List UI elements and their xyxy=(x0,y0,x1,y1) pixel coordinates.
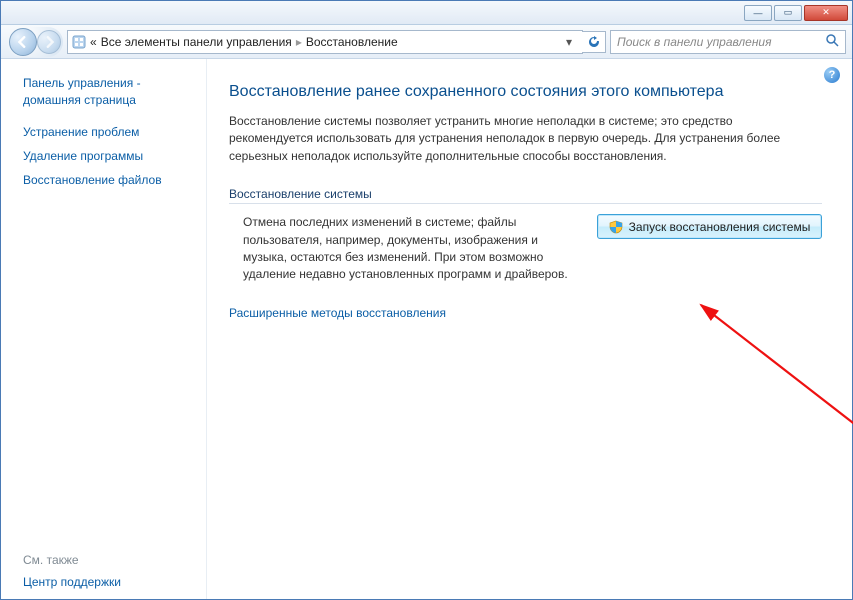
minimize-button[interactable]: — xyxy=(744,5,772,21)
search-input[interactable]: Поиск в панели управления xyxy=(610,30,846,54)
toolbar: « Все элементы панели управления ▸ Восст… xyxy=(1,25,852,59)
breadcrumb-2[interactable]: Восстановление xyxy=(306,35,398,49)
main-panel: ? Восстановление ранее сохраненного сост… xyxy=(207,59,852,599)
breadcrumb-1[interactable]: Все элементы панели управления xyxy=(101,35,292,49)
nav-buttons xyxy=(7,27,63,57)
see-also-action-center[interactable]: Центр поддержки xyxy=(23,575,194,589)
see-also-header: См. также xyxy=(23,553,194,567)
start-system-restore-button[interactable]: Запуск восстановления системы xyxy=(597,214,822,239)
page-description: Восстановление системы позволяет устрани… xyxy=(229,113,789,165)
breadcrumb-sep-icon: ▸ xyxy=(296,35,302,49)
advanced-recovery-link[interactable]: Расширенные методы восстановления xyxy=(229,306,822,320)
button-label: Запуск восстановления системы xyxy=(629,220,811,234)
titlebar: — ▭ ✕ xyxy=(1,1,852,25)
sidebar-item-file-recovery[interactable]: Восстановление файлов xyxy=(23,173,194,187)
group-title: Восстановление системы xyxy=(229,187,822,204)
search-icon xyxy=(825,33,839,50)
sidebar-item-troubleshoot[interactable]: Устранение проблем xyxy=(23,125,194,139)
uac-shield-icon xyxy=(609,220,623,234)
maximize-button[interactable]: ▭ xyxy=(774,5,802,21)
system-restore-group: Восстановление системы Отмена последних … xyxy=(229,187,822,284)
cpl-icon xyxy=(72,35,86,49)
refresh-button[interactable] xyxy=(582,31,606,53)
annotation-arrow xyxy=(667,297,853,467)
page-heading: Восстановление ранее сохраненного состоя… xyxy=(229,83,822,101)
breadcrumb-prefix: « xyxy=(90,35,97,49)
address-bar[interactable]: « Все элементы панели управления ▸ Восст… xyxy=(67,30,583,54)
address-dropdown-icon[interactable]: ▾ xyxy=(560,31,578,53)
group-description: Отмена последних изменений в системе; фа… xyxy=(229,214,577,284)
help-button[interactable]: ? xyxy=(824,67,840,83)
sidebar-item-uninstall[interactable]: Удаление программы xyxy=(23,149,194,163)
search-placeholder: Поиск в панели управления xyxy=(617,35,825,49)
control-panel-home-link[interactable]: Панель управления - домашняя страница xyxy=(23,75,194,109)
content: Панель управления - домашняя страница Ус… xyxy=(1,59,852,599)
back-button[interactable] xyxy=(9,28,37,56)
close-button[interactable]: ✕ xyxy=(804,5,848,21)
sidebar: Панель управления - домашняя страница Ус… xyxy=(1,59,207,599)
forward-button[interactable] xyxy=(37,30,61,54)
